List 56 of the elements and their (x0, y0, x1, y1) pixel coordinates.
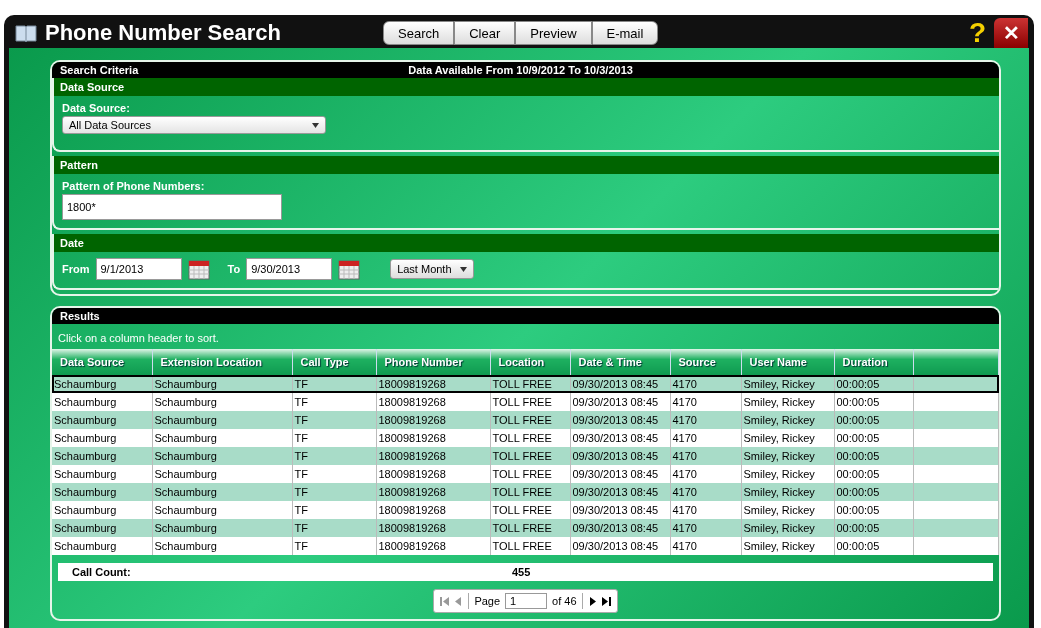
pattern-input-field[interactable]: 1800* (62, 194, 282, 220)
call-count-value: 455 (512, 566, 531, 578)
toolbar-button[interactable]: Search (383, 21, 455, 45)
table-row[interactable]: Schaumburg Schaumburg TF 18009819268 TOLL FREE 09/30/2013 08:45 4170 Smiley, Rickey 00:00:05 (52, 519, 999, 537)
close-button[interactable]: ✕ (994, 18, 1028, 48)
table-cell: 18009819268 (376, 537, 490, 555)
first-page-icon[interactable] (440, 596, 450, 606)
table-row[interactable]: Schaumburg Schaumburg TF 18009819268 TOLL FREE 09/30/2013 08:45 4170 Smiley, Rickey 00:00:05 (52, 483, 999, 501)
next-page-icon[interactable] (587, 596, 597, 606)
from-label: From (62, 263, 90, 275)
calendar-icon[interactable] (187, 258, 210, 280)
toolbar-button[interactable]: Clear (454, 21, 516, 45)
table-row[interactable]: Schaumburg Schaumburg TF 18009819268 TOLL FREE 09/30/2013 08:45 4170 Smiley, Rickey 00:00:05 (52, 429, 999, 447)
from-date-field[interactable]: 9/1/2013 (95, 258, 182, 280)
table-cell: 00:00:05 (834, 537, 913, 555)
call-count-label: Call Count: (72, 566, 132, 578)
last-page-icon[interactable] (601, 596, 611, 606)
book-icon (15, 24, 37, 42)
table-cell: 09/30/2013 08:45 (570, 537, 670, 555)
table-row[interactable]: Schaumburg Schaumburg TF 18009819268 TOLL FREE 09/30/2013 08:45 4170 Smiley, Rickey 00:00:05 (52, 411, 999, 429)
table-cell: Smiley, Rickey (741, 537, 834, 555)
toolbar-button[interactable]: Preview (515, 21, 592, 45)
table-cell: 4170 (670, 537, 741, 555)
table-row[interactable]: Schaumburg Schaumburg TF 18009819268 TOLL FREE 09/30/2013 08:45 4170 Smiley, Rickey 00:00:05 (52, 501, 999, 519)
panel-title: Results (60, 310, 100, 322)
caret-icon (312, 122, 319, 128)
table-row[interactable]: Schaumburg Schaumburg TF 18009819268 TOLL FREE 09/30/2013 08:45 4170 Smiley, Rickey 00:00:05 (52, 447, 999, 465)
help-button[interactable]: ? (968, 19, 986, 47)
table-row[interactable]: Schaumburg Schaumburg TF 18009819268 TOLL FREE 09/30/2013 08:45 4170 Smiley, Rickey 00:00:05 (52, 465, 999, 483)
table-cell: Schaumburg (52, 537, 152, 555)
table-cell: TF (292, 537, 376, 555)
window-title: Phone Number Search (45, 20, 282, 46)
data-availability-text: Data Available From 10/9/2012 To 10/3/2013 (408, 64, 633, 76)
field-label: Data Source: (62, 102, 131, 114)
section-title: Date (60, 237, 84, 249)
page-input-field[interactable]: 1 (505, 593, 548, 609)
field-label: Pattern of Phone Numbers: (62, 180, 206, 192)
calendar-icon[interactable] (338, 258, 361, 280)
table-cell: TOLL FREE (490, 537, 570, 555)
table-cell: Schaumburg (152, 537, 292, 555)
to-date-field[interactable]: 9/30/2013 (246, 258, 333, 280)
caret-icon (459, 266, 467, 272)
table-row[interactable]: Schaumburg Schaumburg TF 18009819268 TOLL FREE 09/30/2013 08:45 4170 Smiley, Rickey 00:00:05 (52, 375, 999, 393)
page-total: of 46 (552, 595, 577, 607)
date-range-dropdown[interactable]: Last Month (390, 259, 474, 279)
data-source-dropdown[interactable]: All Data Sources (62, 116, 326, 134)
section-title: Data Source (60, 81, 125, 93)
sort-hint-text: Click on a column header to sort. (57, 331, 220, 346)
panel-title: Search Criteria (60, 64, 139, 76)
table-row[interactable]: Schaumburg Schaumburg TF 18009819268 TOLL FREE 09/30/2013 08:45 4170 Smiley, Rickey 00:00:05 (52, 537, 999, 555)
table-row[interactable]: Schaumburg Schaumburg TF 18009819268 TOLL FREE 09/30/2013 08:45 4170 Smiley, Rickey 00:00:05 (52, 393, 999, 411)
to-label: To (227, 263, 241, 275)
page-label: Page (474, 595, 501, 607)
section-title: Pattern (60, 159, 98, 171)
previous-page-icon[interactable] (454, 596, 464, 606)
toolbar-button[interactable]: E-mail (591, 21, 659, 45)
